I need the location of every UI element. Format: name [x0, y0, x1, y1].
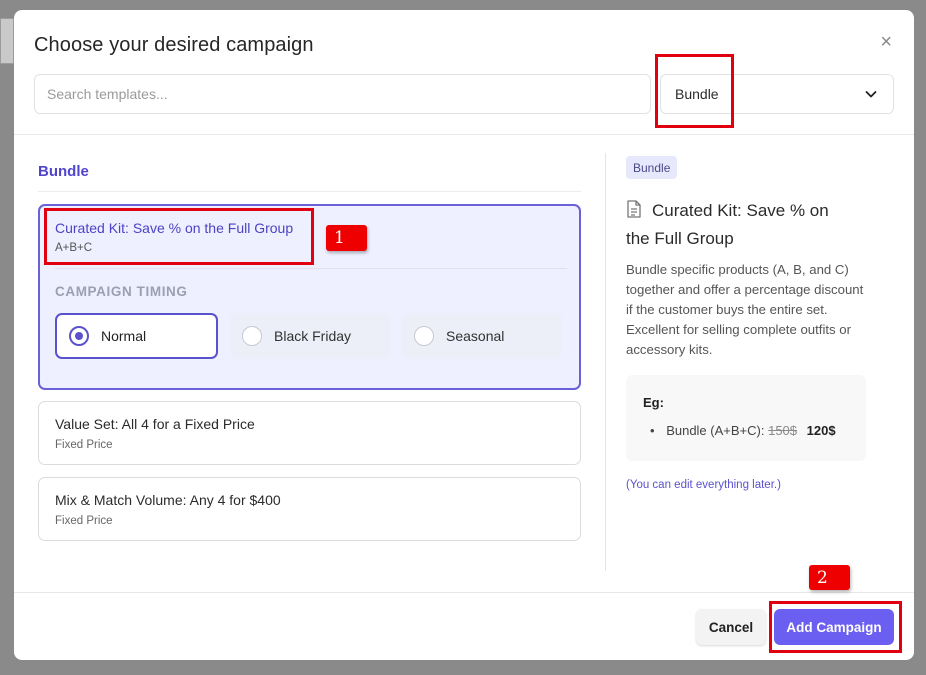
document-icon — [627, 200, 641, 218]
example-old-price: 150$ — [768, 423, 798, 438]
template-card-curated-kit[interactable]: Curated Kit: Save % on the Full Group A+… — [38, 204, 581, 390]
template-card-value-set[interactable]: Value Set: All 4 for a Fixed Price Fixed… — [38, 401, 581, 465]
template-title: Curated Kit: Save % on the Full Group — [55, 220, 294, 236]
category-badge: Bundle — [626, 156, 678, 179]
campaign-modal: Choose your desired campaign × Bundle Bu… — [14, 10, 914, 660]
detail-title: Curated Kit: Save % on the Full Group — [626, 197, 856, 253]
template-card-mix-match[interactable]: Mix & Match Volume: Any 4 for $400 Fixed… — [38, 477, 581, 541]
template-subtitle: A+B+C — [55, 242, 93, 254]
detail-title-text: Curated Kit: Save % on the Full Group — [626, 201, 829, 248]
template-title: Value Set: All 4 for a Fixed Price — [55, 416, 255, 432]
section-title: Bundle — [38, 163, 89, 180]
detail-description: Bundle specific products (A, B, and C) t… — [626, 262, 864, 357]
timing-option-black-friday[interactable]: Black Friday — [230, 313, 390, 359]
timing-option-label: Black Friday — [274, 328, 352, 344]
radio-selected-icon — [69, 326, 89, 346]
close-icon[interactable]: × — [880, 32, 892, 52]
example-box: Eg: • Bundle (A+B+C): 150$ 120$ — [626, 375, 866, 461]
chevron-down-icon — [865, 91, 877, 98]
template-subtitle: Fixed Price — [55, 515, 113, 527]
panel-divider — [605, 153, 606, 571]
edit-note: (You can edit everything later.) — [626, 479, 781, 491]
timing-option-label: Normal — [101, 328, 147, 344]
template-title: Mix & Match Volume: Any 4 for $400 — [55, 492, 281, 508]
search-input[interactable] — [34, 74, 651, 114]
annotation-tag-2: 2 — [809, 565, 850, 590]
header-divider — [14, 134, 914, 135]
timing-option-seasonal[interactable]: Seasonal — [402, 313, 562, 359]
section-divider — [38, 191, 581, 192]
annotation-tag-1: 1 — [326, 225, 367, 251]
background-window-edge — [0, 18, 14, 64]
campaign-timing-label: CAMPAIGN TIMING — [55, 284, 188, 299]
radio-unselected-icon — [414, 326, 434, 346]
timing-option-label: Seasonal — [446, 328, 505, 344]
cancel-button[interactable]: Cancel — [696, 609, 766, 645]
example-new-price: 120$ — [806, 423, 836, 438]
add-campaign-button[interactable]: Add Campaign — [774, 609, 894, 645]
template-subtitle: Fixed Price — [55, 439, 113, 451]
radio-unselected-icon — [242, 326, 262, 346]
timing-option-normal[interactable]: Normal — [55, 313, 218, 359]
example-item-name: Bundle (A+B+C): — [666, 423, 765, 438]
card-divider — [55, 268, 567, 269]
footer-divider — [14, 592, 914, 593]
category-select-value: Bundle — [675, 86, 719, 102]
modal-title: Choose your desired campaign — [34, 34, 314, 56]
example-item: • Bundle (A+B+C): 150$ 120$ — [650, 423, 836, 438]
example-label: Eg: — [643, 395, 664, 410]
category-select[interactable]: Bundle — [660, 74, 894, 114]
bullet-icon: • — [650, 423, 655, 438]
